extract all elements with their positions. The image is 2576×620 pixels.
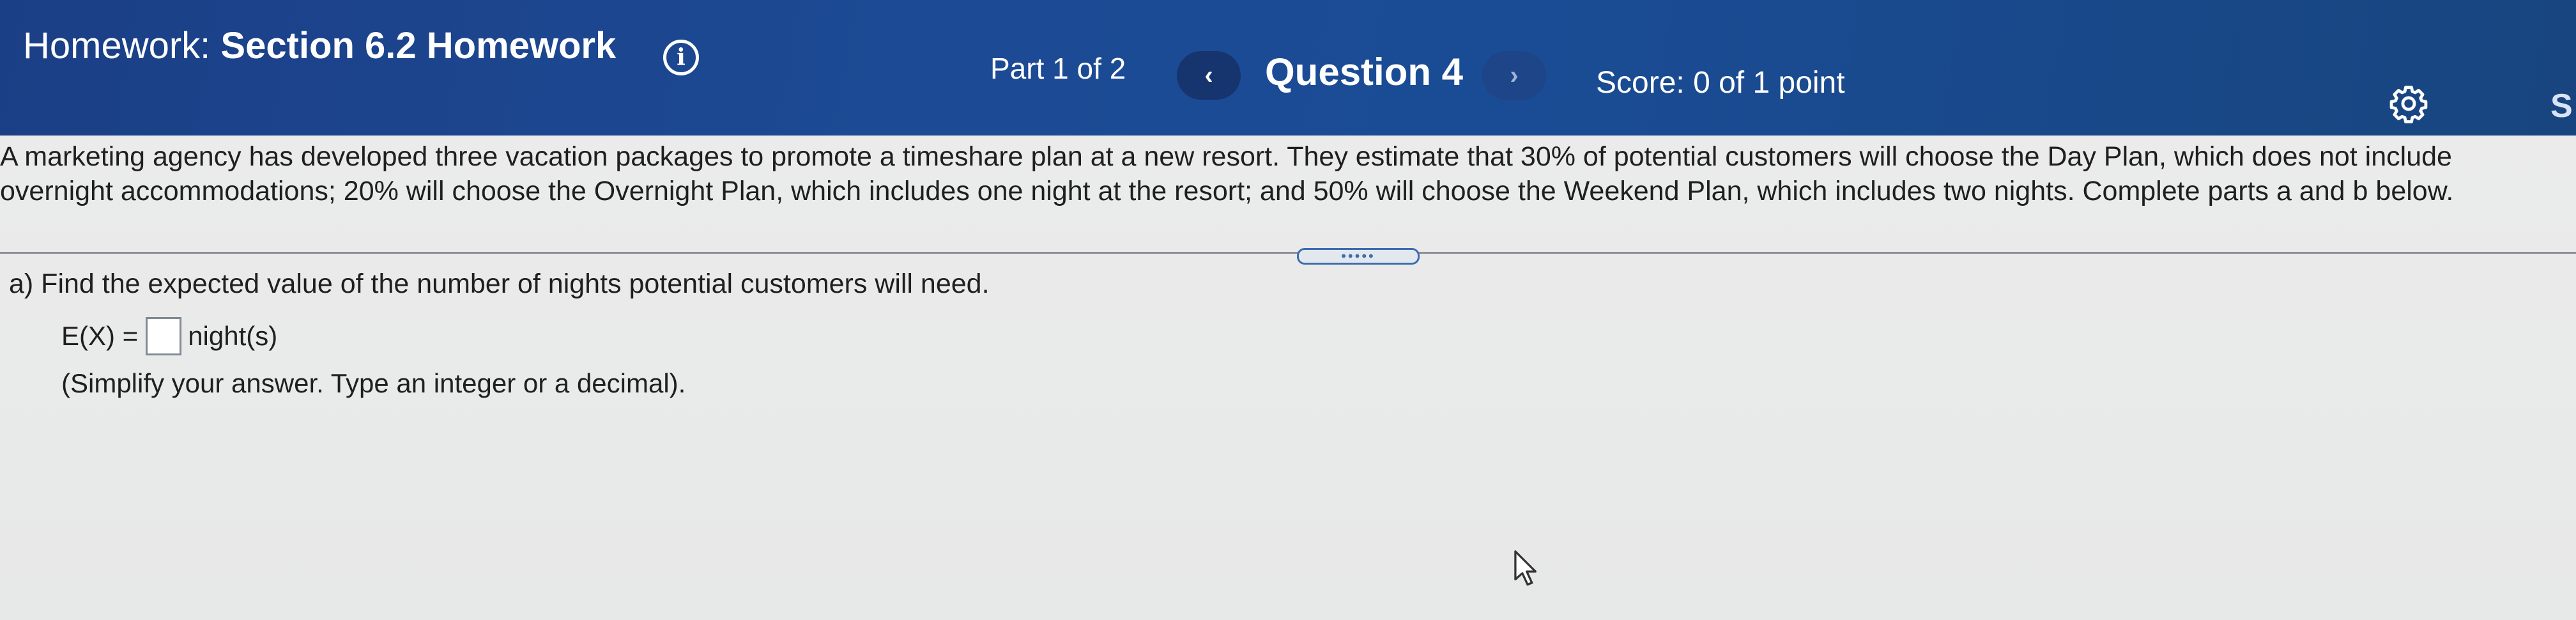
page-title: Homework: Section 6.2 Homework [23,24,616,67]
info-icon[interactable]: i [663,40,699,75]
mouse-cursor-icon [1514,550,1537,586]
score-label: Score: 0 of 1 point [1596,66,1845,100]
answer-prefix: E(X) = [61,321,139,351]
gear-icon[interactable] [2388,83,2429,124]
section-divider [0,252,2576,254]
question-paragraph: A marketing agency has developed three v… [0,141,2454,206]
part-label: Part 1 of 2 [990,52,1126,85]
previous-question-button[interactable]: ‹ [1177,51,1241,100]
answer-row: E(X) = night(s) [61,317,277,355]
answer-hint: (Simplify your answer. Type an integer o… [61,368,686,398]
next-question-button[interactable]: › [1482,51,1546,100]
title-main: Section 6.2 Homework [220,25,617,66]
app-window: Homework: Section 6.2 Homework i Part 1 … [0,0,2576,620]
answer-unit: night(s) [188,321,278,351]
answer-input[interactable] [146,317,182,355]
header-bar: Homework: Section 6.2 Homework i Part 1 … [0,0,2576,136]
part-a-prompt: a) Find the expected value of the number… [9,268,990,299]
title-prefix: Homework: [23,25,221,66]
question-text: A marketing agency has developed three v… [0,139,2530,208]
user-avatar[interactable]: S [2550,87,2573,125]
expand-question-button[interactable]: ••••• [1297,248,1420,265]
question-label: Question 4 [1265,50,1464,93]
